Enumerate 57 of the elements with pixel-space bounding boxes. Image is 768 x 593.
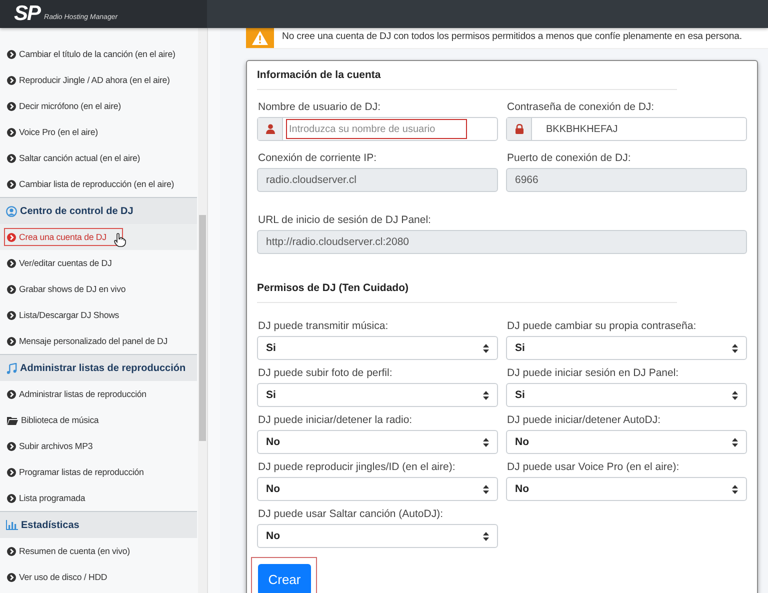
field-label: DJ puede usar Voice Pro (en el aire):	[506, 461, 680, 473]
logo[interactable]: SP	[14, 2, 40, 26]
sidebar-item[interactable]: Lista/Descargar DJ Shows	[4, 306, 122, 324]
text-field[interactable]: 6966	[506, 168, 747, 192]
field-label: DJ puede iniciar sesión en DJ Panel:	[506, 367, 680, 379]
username-field[interactable]: Introduzca su nombre de usuario	[257, 117, 498, 141]
sidebar-item[interactable]: Resumen de cuenta (en vivo)	[4, 542, 133, 560]
dropdown[interactable]: No	[506, 430, 747, 454]
dropdown[interactable]: No	[506, 477, 747, 501]
sidebar-item[interactable]: Crea una cuenta de DJ	[4, 228, 124, 246]
field-label: Nombre de usuario de DJ:	[257, 101, 382, 113]
field-label: DJ puede subir foto de perfil:	[257, 367, 394, 379]
field-label: Conexión de corriente IP:	[257, 152, 378, 164]
dropdown[interactable]: Si	[257, 336, 498, 360]
field-label: DJ puede usar Saltar canción (AutoDJ):	[257, 508, 444, 520]
sidebar-item[interactable]: Subir archivos MP3	[4, 437, 96, 455]
dropdown[interactable]: No	[257, 524, 498, 548]
sidebar-item[interactable]: Mensaje personalizado del panel de DJ	[4, 332, 170, 350]
field-label: DJ puede reproducir jingles/ID (en el aire):	[257, 461, 456, 473]
sidebar-item[interactable]: Administrar listas de reproducción	[4, 385, 150, 403]
field-label: DJ puede iniciar/detener AutoDJ:	[506, 414, 662, 426]
sidebar-item[interactable]: Reproducir Jingle / AD ahora (en el aire)	[4, 71, 173, 89]
warning-text: No cree una cuenta de DJ con todos los permisos permitidos a menos que confíe plenamente en esa persona.	[282, 31, 742, 42]
field-label: Contraseña de conexión de DJ:	[506, 101, 656, 113]
field-label: DJ puede iniciar/detener la radio:	[257, 414, 414, 426]
dropdown[interactable]: Si	[506, 336, 747, 360]
sidebar-item[interactable]: Ver uso de disco / HDD	[4, 568, 110, 586]
sidebar-section-header[interactable]: Estadísticas	[0, 511, 197, 538]
sidebar-item[interactable]: Grabar shows de DJ en vivo	[4, 280, 129, 298]
text-field[interactable]: radio.cloudserver.cl	[257, 168, 498, 192]
dropdown[interactable]: No	[257, 430, 498, 454]
sidebar-item[interactable]: Ver/editar cuentas de DJ	[4, 254, 115, 272]
dropdown[interactable]: Si	[506, 383, 747, 407]
sidebar-item[interactable]: Biblioteca de música	[4, 411, 102, 429]
url-field[interactable]: http://radio.cloudserver.cl:2080	[257, 230, 747, 254]
dropdown[interactable]: Si	[257, 383, 498, 407]
sidebar-item[interactable]: Saltar canción actual (en el aire)	[4, 149, 144, 167]
password-field[interactable]: BKKBHKHEFAJ	[506, 117, 747, 141]
sidebar-item[interactable]: Programar listas de reproducción	[4, 463, 147, 481]
sidebar-item[interactable]: Cambiar lista de reproducción (en el aire)	[4, 175, 178, 193]
section-heading: Información de la cuenta	[257, 69, 382, 81]
field-label: Puerto de conexión de DJ:	[506, 152, 632, 164]
sidebar-section-header[interactable]: Administrar listas de reproducción	[0, 354, 197, 381]
sidebar-section-header[interactable]: Centro de control de DJ	[0, 197, 197, 224]
field-label: DJ puede transmitir música:	[257, 320, 390, 332]
create-button[interactable]: Crear	[258, 564, 311, 593]
section-heading: Permisos de DJ (Ten Cuidado)	[257, 282, 410, 294]
sidebar-item[interactable]: Decir micrófono (en el aire)	[4, 97, 124, 115]
sidebar-section-title: Centro de control de DJ	[20, 206, 134, 216]
sidebar-section-title: Estadísticas	[21, 520, 80, 530]
sidebar-item[interactable]: Cambiar el título de la canción (en el aire)	[4, 45, 178, 63]
sidebar-item[interactable]: Lista programada	[4, 489, 88, 507]
sidebar-section-title: Administrar listas de reproducción	[20, 362, 186, 374]
field-label: URL de inicio de sesión de DJ Panel:	[257, 214, 432, 226]
dropdown[interactable]: No	[257, 477, 498, 501]
field-label: DJ puede cambiar su propia contraseña:	[506, 320, 698, 332]
sidebar-item[interactable]: Voice Pro (en el aire)	[4, 123, 101, 141]
